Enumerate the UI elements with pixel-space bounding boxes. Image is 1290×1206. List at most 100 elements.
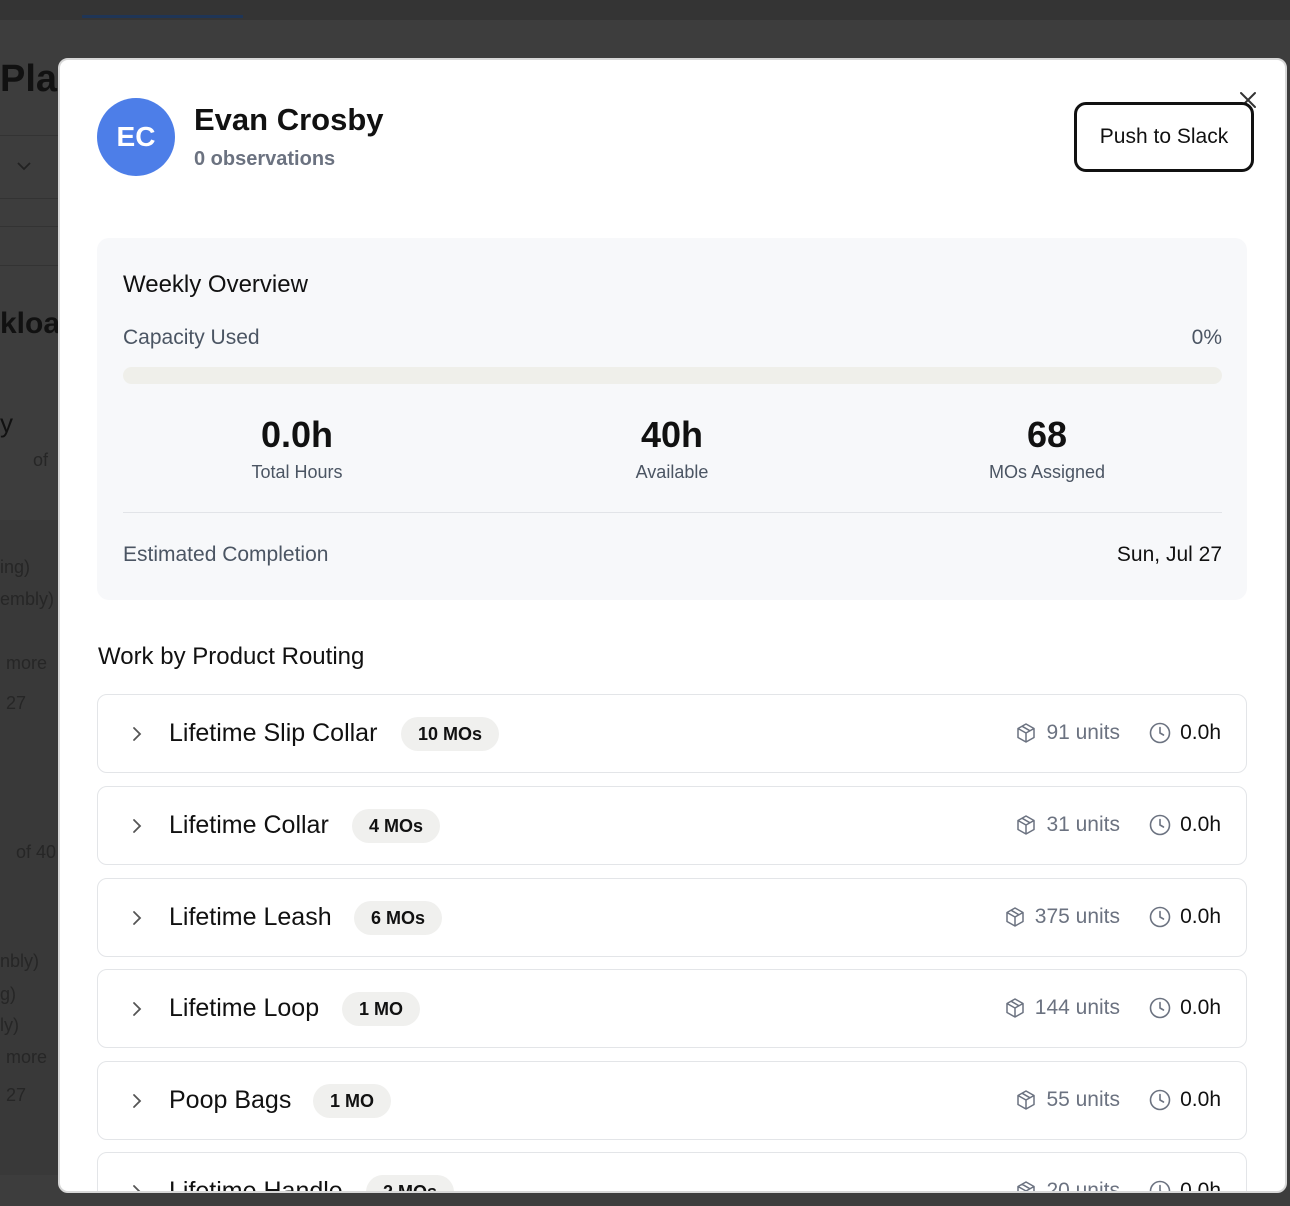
overview-divider (123, 512, 1222, 513)
stat-mos-assigned: 68 MOs Assigned (897, 414, 1197, 483)
background-text: ly) (0, 1015, 19, 1035)
routing-row[interactable]: Lifetime Slip Collar 10 MOs 91 units 0.0… (97, 694, 1247, 773)
routing-row[interactable]: Lifetime Leash 6 MOs 375 units 0.0h (97, 878, 1247, 957)
estimated-completion-date: Sun, Jul 27 (1116, 543, 1222, 566)
background-text: g) (0, 984, 17, 1004)
routing-name: Lifetime Collar (169, 811, 329, 839)
routing-hours: 0.0h (1148, 905, 1221, 929)
mo-count-badge: 2 MOs (366, 1175, 455, 1191)
routing-name: Lifetime Loop (169, 994, 320, 1022)
stat-label: Total Hours (251, 462, 343, 482)
stat-value: 0.0h (260, 414, 334, 455)
clock-icon (1149, 1089, 1171, 1111)
chevron-right-icon[interactable] (128, 1090, 146, 1112)
units-value: 91 units (1046, 721, 1120, 744)
package-icon (1006, 998, 1024, 1018)
push-to-slack-button[interactable]: Push to Slack (1074, 102, 1254, 172)
routing-units: 375 units (1003, 905, 1120, 929)
routing-row[interactable]: Lifetime Loop 1 MO 144 units 0.0h (97, 969, 1247, 1048)
units-value: 31 units (1046, 813, 1120, 836)
background-text: 27 (6, 1085, 27, 1105)
background-text: ing) (0, 557, 31, 577)
hours-value: 0.0h (1180, 996, 1221, 1019)
background-text: nbly) (0, 951, 40, 971)
routing-hours: 0.0h (1148, 996, 1221, 1020)
chevron-right-icon[interactable] (128, 723, 146, 745)
background-text: of (33, 450, 49, 470)
routing-units: 20 units (1014, 1179, 1120, 1193)
background-text: 27 (6, 693, 27, 713)
package-icon (1017, 1090, 1036, 1110)
routing-hours: 0.0h (1148, 813, 1221, 837)
routing-row[interactable]: Lifetime Handle 2 MOs 20 units 0.0h (97, 1152, 1247, 1193)
hours-value: 0.0h (1180, 721, 1221, 744)
routing-name: Lifetime Slip Collar (169, 719, 378, 747)
routing-units: 144 units (1003, 996, 1120, 1020)
stat-label: Available (635, 462, 709, 482)
units-value: 144 units (1034, 996, 1120, 1019)
stat-label: MOs Assigned (988, 462, 1106, 482)
background-chevron-down-icon (17, 162, 31, 171)
routing-hours: 0.0h (1148, 1088, 1221, 1112)
estimated-completion-label: Estimated Completion (123, 543, 329, 566)
package-icon (1006, 907, 1024, 927)
package-icon (1017, 815, 1036, 835)
stat-available: 40h Available (522, 414, 822, 483)
mo-count-badge: 4 MOs (352, 809, 441, 843)
background-text: of 40 (16, 842, 57, 862)
routing-name: Poop Bags (169, 1086, 292, 1114)
background-divider (0, 135, 60, 136)
background-text: more (6, 1047, 48, 1067)
routing-name: Lifetime Leash (169, 903, 332, 931)
mo-count-badge: 6 MOs (354, 901, 443, 935)
mo-count-badge: 1 MO (342, 992, 421, 1026)
package-icon (1017, 723, 1036, 743)
background-divider (0, 265, 60, 266)
units-value: 55 units (1046, 1088, 1120, 1111)
hours-value: 0.0h (1180, 1088, 1221, 1111)
user-name: Evan Crosby (194, 102, 384, 137)
clock-icon (1149, 814, 1171, 836)
units-value: 20 units (1046, 1179, 1120, 1193)
routing-hours: 0.0h (1148, 1179, 1221, 1193)
observations-count: 0 observations (194, 148, 336, 170)
background-active-tab-indicator (82, 15, 243, 18)
clock-icon (1149, 906, 1171, 928)
units-value: 375 units (1034, 905, 1120, 928)
chevron-right-icon[interactable] (128, 1181, 146, 1193)
weekly-overview-title: Weekly Overview (123, 271, 308, 298)
capacity-used-percent: 0% (1191, 326, 1222, 349)
background-page-title: Pla (0, 58, 58, 100)
stat-value: 68 (1026, 414, 1068, 455)
operator-detail-modal: EC Evan Crosby 0 observations Push to Sl… (58, 58, 1287, 1193)
hours-value: 0.0h (1180, 813, 1221, 836)
routing-units: 31 units (1014, 813, 1120, 837)
routing-units: 55 units (1014, 1088, 1120, 1112)
clock-icon (1149, 997, 1171, 1019)
background-text: more (6, 653, 48, 673)
weekly-overview-card: Weekly Overview Capacity Used 0% 0.0h To… (97, 238, 1247, 600)
capacity-used-label: Capacity Used (123, 326, 260, 349)
mo-count-badge: 1 MO (313, 1084, 392, 1118)
background-divider (0, 226, 60, 227)
mo-count-badge: 10 MOs (401, 717, 500, 751)
package-icon (1017, 1181, 1036, 1191)
hours-value: 0.0h (1180, 905, 1221, 928)
hours-value: 0.0h (1180, 1179, 1221, 1193)
routing-row[interactable]: Lifetime Collar 4 MOs 31 units 0.0h (97, 786, 1247, 865)
routing-hours: 0.0h (1148, 721, 1221, 745)
chevron-right-icon[interactable] (128, 998, 146, 1020)
chevron-right-icon[interactable] (128, 815, 146, 837)
chevron-right-icon[interactable] (128, 907, 146, 929)
avatar: EC (97, 98, 175, 176)
capacity-progress-bar (123, 367, 1222, 384)
clock-icon (1149, 1180, 1171, 1191)
routing-row[interactable]: Poop Bags 1 MO 55 units 0.0h (97, 1061, 1247, 1140)
background-label: y (0, 408, 13, 438)
clock-icon (1149, 722, 1171, 744)
background-divider (0, 198, 60, 199)
routing-units: 91 units (1014, 721, 1120, 745)
stat-value: 40h (640, 414, 704, 455)
stat-total-hours: 0.0h Total Hours (147, 414, 447, 483)
routing-name: Lifetime Handle (169, 1177, 343, 1193)
